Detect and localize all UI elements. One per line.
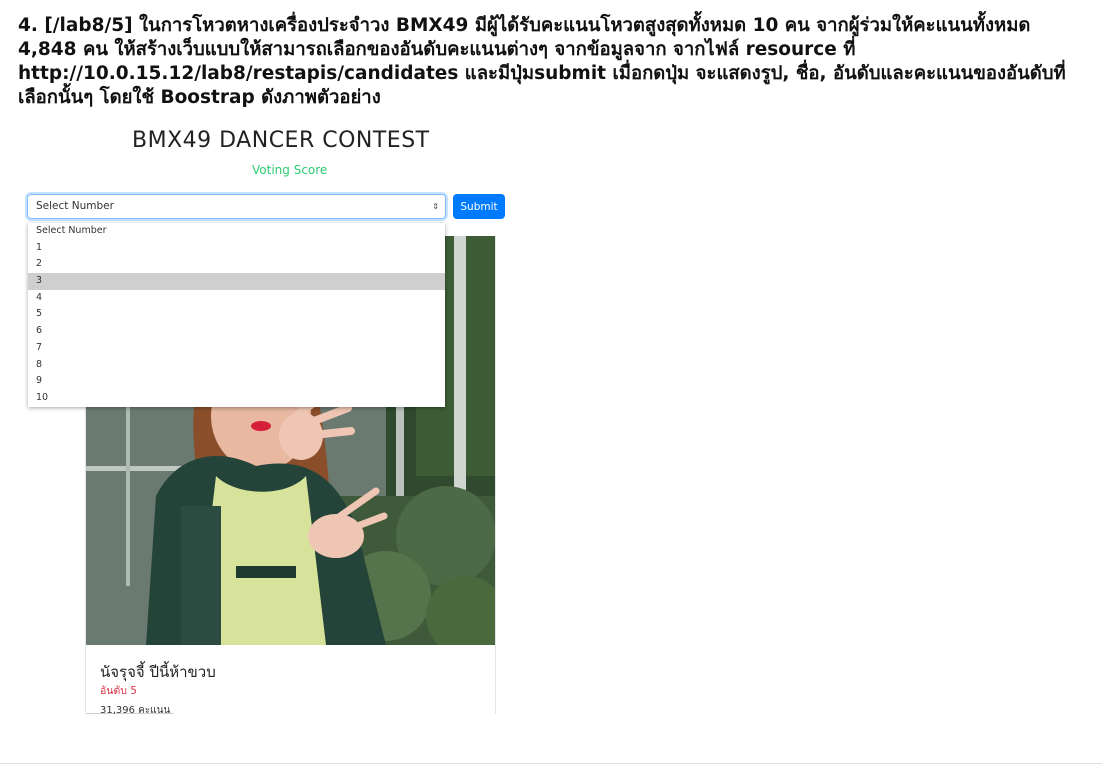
rank-dropdown-list: Select Number 1 2 3 4 5 6 7 8 9 10 (28, 223, 445, 407)
dropdown-option[interactable]: 7 (28, 340, 445, 357)
candidate-rank: อันดับ 5 (100, 685, 137, 697)
divider (0, 763, 1102, 764)
dropdown-option[interactable]: 9 (28, 373, 445, 390)
dropdown-option[interactable]: 5 (28, 306, 445, 323)
dropdown-option[interactable]: 1 (28, 240, 445, 257)
submit-button[interactable]: Submit (453, 194, 505, 219)
rank-select-value: Select Number (36, 200, 114, 212)
example-screenshot: BMX49 DANCER CONTEST Voting Score Select… (0, 0, 1102, 766)
dropdown-option[interactable]: Select Number (28, 223, 445, 240)
candidate-name: นัจรุจจี้ ปีนี้ห้าขวบ (100, 663, 216, 681)
select-arrows-icon: ⇕ (432, 202, 439, 211)
dropdown-option-highlighted[interactable]: 3 (28, 273, 445, 290)
dropdown-option[interactable]: 4 (28, 290, 445, 307)
dropdown-option[interactable]: 6 (28, 323, 445, 340)
dropdown-option[interactable]: 10 (28, 390, 445, 407)
candidate-info: นัจรุจจี้ ปีนี้ห้าขวบ อันดับ 5 31,396 คะ… (86, 645, 495, 716)
dropdown-option[interactable]: 2 (28, 256, 445, 273)
page-title: BMX49 DANCER CONTEST (132, 128, 430, 153)
candidate-score: 31,396 คะแนน (86, 701, 174, 716)
rank-select[interactable]: Select Number ⇕ (27, 194, 446, 219)
dropdown-option[interactable]: 8 (28, 357, 445, 374)
page-subtitle: Voting Score (252, 163, 328, 177)
